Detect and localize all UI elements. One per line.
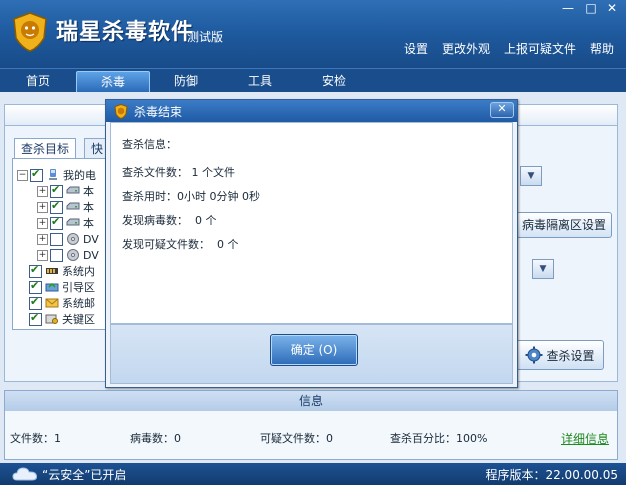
tree-checkbox[interactable]	[50, 183, 63, 198]
memory-icon	[46, 268, 58, 274]
dialog-titlebar[interactable]: 杀毒结束 ✕	[106, 100, 517, 122]
scan-time-line: 查杀用时：0小时 0分钟 0秒	[122, 190, 260, 203]
dvd-icon	[67, 233, 79, 245]
main-nav: 首页 杀毒 防御 工具 安检	[0, 68, 626, 92]
tree-checkbox[interactable]	[30, 167, 43, 182]
tab-home[interactable]: 首页	[2, 71, 74, 91]
help-link[interactable]: 帮助	[590, 40, 614, 57]
tree-item-label: 我的电	[63, 169, 96, 182]
change-skin-link[interactable]: 更改外观	[442, 40, 490, 57]
header-links: 设置 更改外观 上报可疑文件 帮助	[404, 40, 614, 57]
tab-tools[interactable]: 工具	[224, 71, 296, 91]
scan-settings-button[interactable]: 查杀设置	[516, 340, 604, 370]
dialog-content: 查杀信息： 查杀文件数： 1 个文件 查杀用时：0小时 0分钟 0秒 发现病毒数…	[110, 122, 513, 324]
maximize-button[interactable]: □	[583, 2, 599, 14]
tab-security-check[interactable]: 安检	[298, 71, 370, 91]
suspicious-count: 可疑文件数：0	[260, 432, 333, 445]
ok-button[interactable]: 确定 (O)	[270, 334, 358, 366]
file-count: 文件数：1	[10, 432, 61, 445]
tree-item[interactable]: 系统内	[29, 263, 95, 279]
expand-icon[interactable]: +	[37, 249, 48, 261]
quarantine-settings-button[interactable]: 病毒隔离区设置	[516, 212, 612, 238]
tree-item-label: DV	[83, 232, 99, 246]
program-version: 程序版本：22.00.00.05	[485, 468, 618, 482]
mail-icon	[45, 298, 59, 308]
expand-icon[interactable]: +	[37, 201, 48, 213]
scan-target-tree: − 我的电 + 本 + 本 + 本 + DV + DV 系统内	[12, 158, 114, 330]
tree-item[interactable]: 系统邮	[29, 295, 95, 311]
tree-item[interactable]: + DV	[37, 231, 99, 247]
suspicious-found-line: 发现可疑文件数： 0 个	[122, 238, 239, 251]
tab-scan-target[interactable]: 查杀目标	[14, 138, 77, 159]
tree-item[interactable]: + 本	[37, 183, 94, 199]
tree-checkbox[interactable]	[50, 248, 63, 262]
tree-checkbox[interactable]	[29, 279, 42, 294]
dropdown-arrow-icon[interactable]	[532, 259, 554, 279]
tree-checkbox[interactable]	[29, 311, 42, 326]
dialog-title: 杀毒结束	[134, 105, 183, 119]
tree-item-label: 系统内	[62, 265, 95, 278]
tree-checkbox[interactable]	[50, 232, 63, 246]
viruses-found-line: 发现病毒数： 0 个	[122, 214, 217, 227]
scan-info-label: 查杀信息：	[122, 138, 177, 151]
expand-icon[interactable]: +	[37, 217, 48, 229]
tab-defense[interactable]: 防御	[150, 71, 222, 91]
tree-item-label: 本	[83, 185, 94, 198]
virus-count: 病毒数：0	[130, 432, 181, 445]
scan-settings-label: 查杀设置	[546, 348, 595, 363]
tree-item[interactable]: + DV	[37, 247, 99, 263]
tree-checkbox[interactable]	[50, 215, 63, 230]
status-bar: “云安全”已开启 程序版本：22.00.00.05	[0, 463, 626, 485]
minimize-button[interactable]: —	[560, 2, 576, 14]
dvd-icon	[67, 249, 79, 261]
key-area-icon	[45, 314, 58, 324]
report-suspicious-link[interactable]: 上报可疑文件	[504, 40, 576, 57]
app-title: 瑞星杀毒软件	[56, 20, 195, 45]
gear-icon	[525, 346, 543, 364]
expand-icon[interactable]: +	[37, 185, 48, 197]
cloud-icon	[12, 467, 38, 481]
app-subtitle: 测试版	[187, 30, 224, 44]
info-header: 信息	[4, 390, 618, 412]
scanned-files-line: 查杀文件数： 1 个文件	[122, 166, 235, 179]
dialog-close-button[interactable]: ✕	[490, 102, 514, 118]
tree-item-label: 关键区	[62, 313, 95, 326]
details-link[interactable]: 详细信息	[561, 430, 609, 447]
tree-item[interactable]: + 本	[37, 215, 94, 231]
tree-item-label: 引导区	[62, 281, 95, 294]
settings-link[interactable]: 设置	[404, 40, 428, 57]
computer-icon	[49, 169, 57, 180]
collapse-icon[interactable]: −	[17, 169, 28, 181]
tree-item-label: DV	[83, 248, 99, 262]
tree-checkbox[interactable]	[50, 199, 63, 214]
tree-item[interactable]: − 我的电	[17, 167, 96, 183]
tree-item[interactable]: 关键区	[29, 311, 95, 327]
boot-icon	[45, 282, 59, 292]
scan-finished-dialog: 杀毒结束 ✕ 查杀信息： 查杀文件数： 1 个文件 查杀用时：0小时 0分钟 0…	[105, 99, 518, 388]
drive-icon	[66, 186, 80, 194]
drive-icon	[66, 218, 80, 226]
tree-item[interactable]: + 本	[37, 199, 94, 215]
tree-item-label: 本	[83, 201, 94, 214]
scan-percent: 查杀百分比：100%	[390, 432, 488, 445]
tree-item[interactable]: 引导区	[29, 279, 95, 295]
tree-checkbox[interactable]	[29, 263, 42, 278]
lion-logo-icon	[114, 104, 128, 119]
close-button[interactable]: ✕	[604, 2, 620, 14]
tab-antivirus[interactable]: 杀毒	[76, 71, 150, 92]
tree-checkbox[interactable]	[29, 295, 42, 310]
drive-icon	[66, 202, 80, 210]
tree-item-label: 系统邮	[62, 297, 95, 310]
lion-logo-icon	[13, 12, 47, 52]
cloud-security-status: “云安全”已开启	[42, 468, 127, 482]
tree-item-label: 本	[83, 217, 94, 230]
expand-icon[interactable]: +	[37, 233, 48, 245]
dropdown-arrow-icon[interactable]	[520, 166, 542, 186]
app-header: 瑞星杀毒软件 测试版 — □ ✕ 设置 更改外观 上报可疑文件 帮助	[0, 0, 626, 68]
